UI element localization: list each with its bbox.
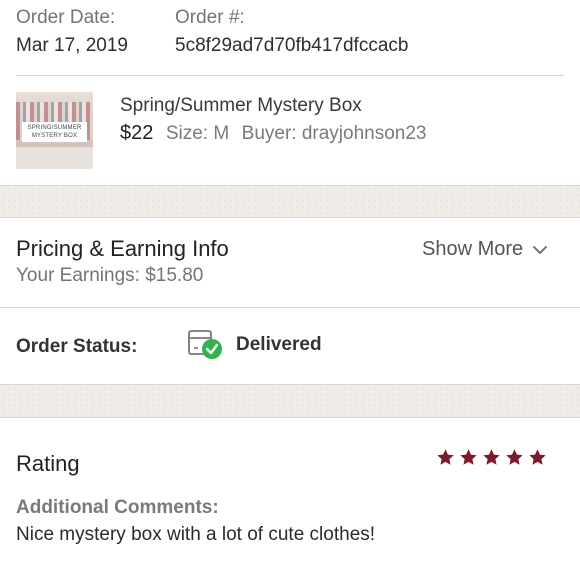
divider [0,307,580,308]
product-price: $22 [120,122,154,144]
rating-title: Rating [16,451,80,476]
product-size: Size: M [165,123,230,144]
order-status-value: Delivered [236,334,322,355]
show-more-button[interactable]: Show More [422,238,548,261]
product-meta: $22 Size: M Buyer: drayjohnson23 [120,122,426,145]
order-number-value: 5c8f29ad7d70fb417dfccacb [175,35,409,56]
rating-stars [436,448,547,467]
order-date-value: Mar 17, 2019 [16,35,128,56]
order-number-label: Order #: [175,7,245,28]
star-icon [506,449,523,465]
star-icon [437,449,454,465]
section-separator [0,384,580,418]
comments-text: Nice mystery box with a lot of cute clot… [16,524,376,545]
package-delivered-icon [188,330,222,359]
product-title[interactable]: Spring/Summer Mystery Box [120,95,362,117]
order-status-label: Order Status: [16,336,138,357]
star-icon [460,449,477,465]
product-thumbnail[interactable]: SPRING/SUMMER MYSTERY BOX [16,92,93,169]
pricing-title: Pricing & Earning Info [16,236,229,261]
star-icon [529,449,546,465]
section-separator [0,185,580,218]
chevron-down-icon [533,245,548,254]
product-buyer[interactable]: Buyer: drayjohnson23 [242,123,427,144]
show-more-label: Show More [422,238,524,260]
comments-label: Additional Comments: [16,497,219,518]
divider [16,75,564,76]
order-date-label: Order Date: [16,7,116,28]
star-icon [483,449,500,465]
your-earnings: Your Earnings: $15.80 [16,265,204,286]
thumbnail-caption: SPRING/SUMMER MYSTERY BOX [22,122,87,142]
